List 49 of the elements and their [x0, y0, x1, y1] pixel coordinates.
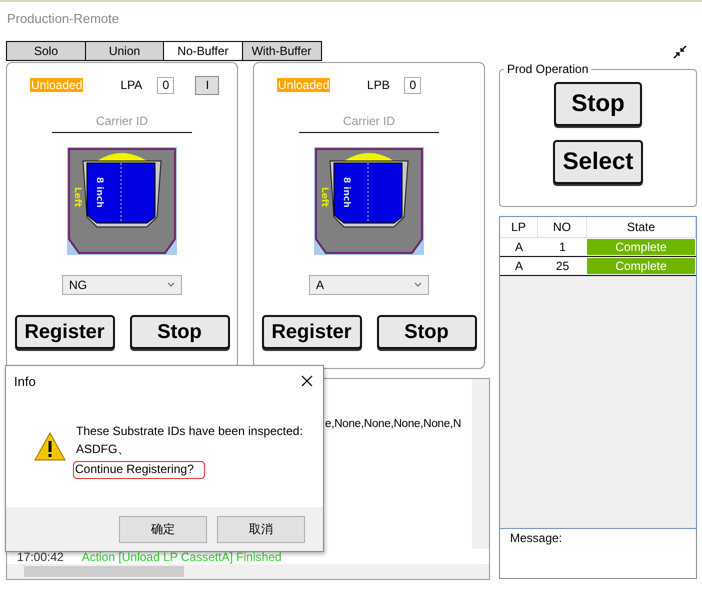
column-header: LP — [500, 217, 538, 237]
grade-dropdown[interactable]: A — [309, 275, 429, 295]
status-badge: Unloaded — [277, 78, 330, 92]
table-cell-text: 25 — [554, 258, 570, 275]
dialog-title: Info — [14, 374, 36, 388]
state-badge: Complete — [587, 258, 695, 274]
column-header: State — [587, 217, 696, 237]
tab[interactable]: With-Buffer — [242, 41, 322, 61]
chevron-icon — [167, 282, 175, 288]
close-icon[interactable] — [301, 375, 313, 387]
port-label: LPB — [366, 78, 391, 92]
log-text: e,None,None,None,None,N — [325, 418, 462, 430]
dialog-question: Continue Registering? — [73, 461, 205, 479]
register-button[interactable]: Register — [14, 315, 114, 349]
stop-button[interactable]: Stop — [130, 315, 230, 349]
tab[interactable]: Union — [84, 41, 164, 61]
column-header: NO — [538, 217, 587, 237]
window-title: Production-Remote — [6, 10, 120, 28]
grade-dropdown[interactable]: NG — [62, 275, 182, 295]
port-label: LPA — [119, 78, 144, 92]
dialog-text: ASDFG、 — [76, 441, 130, 458]
collapse-icon[interactable] — [673, 45, 687, 59]
tab[interactable]: Solo — [6, 41, 86, 61]
state-badge: Complete — [587, 239, 695, 255]
select-button[interactable]: Select — [552, 140, 644, 184]
message-label: Message: — [510, 531, 562, 545]
log-time: 17:00:42 — [17, 550, 64, 564]
register-button[interactable]: Register — [262, 315, 362, 349]
table-cell-text: A — [514, 239, 524, 256]
scrollbar[interactable] — [7, 564, 489, 579]
count-field: 0 — [404, 76, 422, 94]
table-cell-text: A — [514, 258, 524, 275]
dialog-text: These Substrate IDs have been inspected: — [76, 424, 303, 438]
group-title: Prod Operation — [504, 62, 592, 76]
chevron-icon — [414, 282, 422, 288]
cancel-button[interactable]: 取消 — [217, 516, 305, 542]
ok-button[interactable]: 确定 — [119, 516, 207, 542]
log-text: Action [Unload LP CassettA] Finished — [82, 550, 282, 564]
stop-button[interactable]: Stop — [376, 315, 476, 349]
stop-button[interactable]: Stop — [554, 82, 642, 126]
small-button[interactable]: I — [195, 76, 220, 94]
warning-icon — [34, 432, 66, 462]
carrier-drawing: 8 inch Left — [67, 147, 177, 255]
scrollbar[interactable] — [472, 379, 489, 549]
tab[interactable]: No-Buffer — [163, 41, 243, 61]
table-cell-text: 1 — [558, 239, 567, 256]
status-badge: Unloaded — [30, 78, 84, 92]
count-field: 0 — [157, 76, 174, 94]
carrier-drawing: 8 inch Left — [314, 147, 424, 255]
